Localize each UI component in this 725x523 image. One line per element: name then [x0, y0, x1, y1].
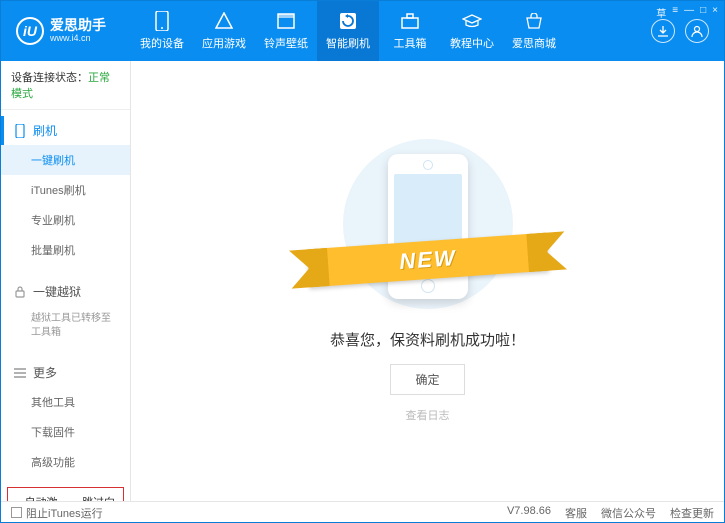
sidebar-item-itunes[interactable]: iTunes刷机: [1, 175, 130, 205]
nav-tutorials[interactable]: 教程中心: [441, 1, 503, 61]
ok-button[interactable]: 确定: [390, 364, 464, 395]
main-content: NEW 恭喜您，保资料刷机成功啦！ 确定 查看日志: [131, 61, 724, 501]
sidebar-label: 刷机: [33, 122, 57, 139]
footer-update[interactable]: 检查更新: [670, 505, 714, 521]
logo-icon: iU: [16, 17, 44, 45]
graduation-icon: [462, 11, 482, 31]
footer: 阻止iTunes运行 V7.98.66 客服 微信公众号 检查更新: [1, 501, 724, 523]
sidebar-item-download[interactable]: 下载固件: [1, 417, 130, 447]
status-label: 设备连接状态：: [11, 72, 88, 84]
device-status: 设备连接状态：正常模式: [1, 61, 130, 110]
sidebar-item-pro[interactable]: 专业刷机: [1, 205, 130, 235]
user-button[interactable]: [685, 19, 709, 43]
download-button[interactable]: [651, 19, 675, 43]
sidebar-more-head[interactable]: 更多: [1, 358, 130, 387]
nav-toolbox[interactable]: 工具箱: [379, 1, 441, 61]
phone-small-icon: [13, 124, 27, 138]
sidebar-jailbreak-head[interactable]: 一键越狱: [1, 277, 130, 306]
sidebar-flash-head[interactable]: 刷机: [1, 116, 130, 145]
window-controls: 草 ≡ — □ ×: [656, 5, 718, 20]
checkbox-label: 跳过向导: [82, 494, 119, 501]
nav-my-device[interactable]: 我的设备: [131, 1, 193, 61]
checkbox-label: 自动激活: [25, 494, 62, 501]
sidebar-label: 更多: [33, 364, 57, 381]
checkbox-auto-activate[interactable]: ✓自动激活: [12, 494, 62, 501]
sidebar-item-other[interactable]: 其他工具: [1, 387, 130, 417]
lock-icon: [13, 285, 27, 299]
ribbon-text: NEW: [398, 245, 457, 275]
checkbox-icon: [11, 507, 22, 518]
success-message: 恭喜您，保资料刷机成功啦！: [330, 329, 525, 350]
nav-ringtones[interactable]: 铃声壁纸: [255, 1, 317, 61]
nav-label: 我的设备: [140, 35, 184, 51]
nav-label: 应用游戏: [202, 35, 246, 51]
success-illustration: NEW: [328, 139, 528, 309]
sidebar-label: 一键越狱: [33, 283, 81, 300]
apps-icon: [214, 11, 234, 31]
logo[interactable]: iU 爱思助手 www.i4.cn: [1, 17, 131, 45]
nav-label: 教程中心: [450, 35, 494, 51]
minimize-icon[interactable]: —: [684, 5, 694, 20]
wallpaper-icon: [276, 11, 296, 31]
footer-support[interactable]: 客服: [565, 505, 587, 521]
phone-icon: [152, 11, 172, 31]
nav-store[interactable]: 爱思商城: [503, 1, 565, 61]
checkbox-skip-guide[interactable]: ✓跳过向导: [70, 494, 120, 501]
menu-icon[interactable]: ≡: [672, 5, 678, 20]
sidebar-item-advanced[interactable]: 高级功能: [1, 447, 130, 477]
app-url: www.i4.cn: [50, 34, 106, 44]
checkbox-highlight: ✓自动激活 ✓跳过向导: [7, 487, 124, 501]
footer-version: V7.98.66: [507, 505, 551, 521]
nav-apps[interactable]: 应用游戏: [193, 1, 255, 61]
store-icon: [524, 11, 544, 31]
footer-wechat[interactable]: 微信公众号: [601, 505, 656, 521]
nav-label: 铃声壁纸: [264, 35, 308, 51]
header: 草 ≡ — □ × iU 爱思助手 www.i4.cn 我的设备 应用游戏 铃声…: [1, 1, 724, 61]
sidebar-item-oneclick[interactable]: 一键刷机: [1, 145, 130, 175]
sidebar-item-batch[interactable]: 批量刷机: [1, 235, 130, 265]
nav-label: 工具箱: [394, 35, 427, 51]
list-icon: [13, 366, 27, 380]
nav-label: 爱思商城: [512, 35, 556, 51]
nav-label: 智能刷机: [326, 35, 370, 51]
checkbox-block-itunes[interactable]: 阻止iTunes运行: [11, 505, 103, 521]
app-name: 爱思助手: [50, 18, 106, 33]
nav-flash[interactable]: 智能刷机: [317, 1, 379, 61]
checkbox-label: 阻止iTunes运行: [26, 505, 103, 521]
feedback-icon[interactable]: 草: [656, 5, 666, 20]
refresh-icon: [338, 11, 358, 31]
sidebar-jailbreak-note: 越狱工具已转移至工具箱: [1, 306, 130, 346]
header-right: [636, 19, 724, 43]
view-log-link[interactable]: 查看日志: [406, 407, 450, 423]
toolbox-icon: [400, 11, 420, 31]
sidebar: 设备连接状态：正常模式 刷机 一键刷机 iTunes刷机 专业刷机 批量刷机 一…: [1, 61, 131, 501]
maximize-icon[interactable]: □: [700, 5, 706, 20]
close-icon[interactable]: ×: [712, 5, 718, 20]
main-nav: 我的设备 应用游戏 铃声壁纸 智能刷机 工具箱 教程中心 爱思商城: [131, 1, 636, 61]
